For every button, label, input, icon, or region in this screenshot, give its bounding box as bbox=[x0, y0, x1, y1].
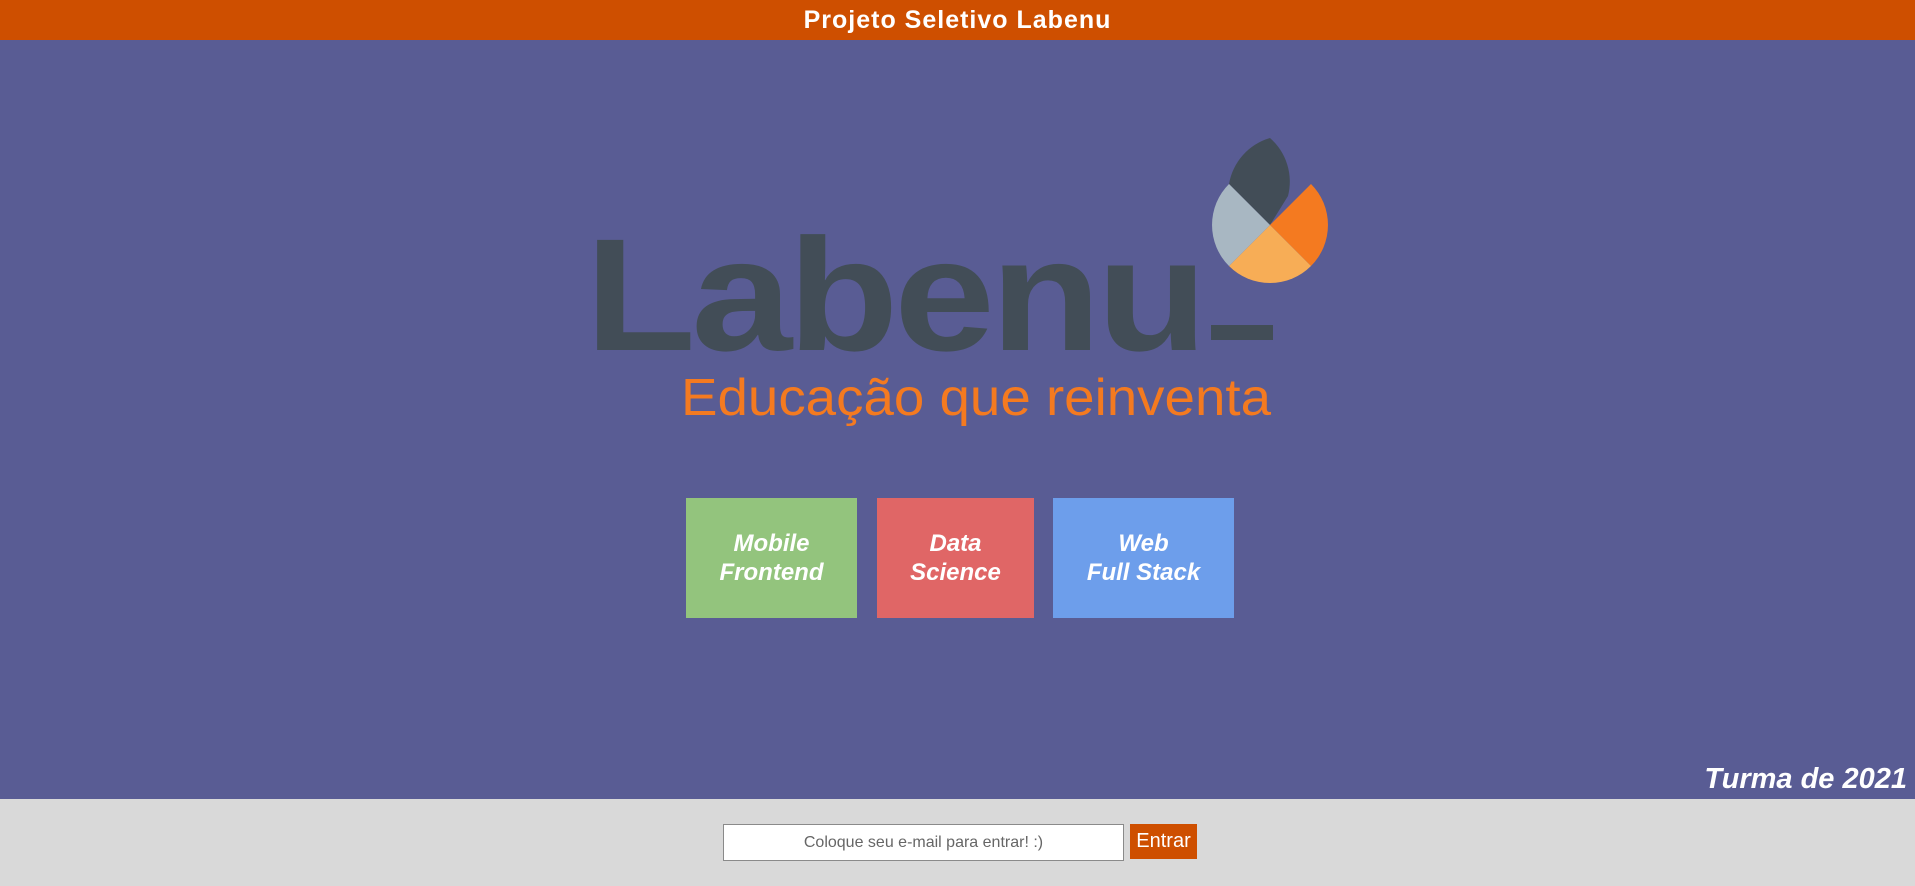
course-tile-mobile-frontend[interactable]: Mobile Frontend bbox=[686, 498, 857, 618]
course-tile-data-science[interactable]: Data Science bbox=[877, 498, 1034, 618]
course-tile-line2: Frontend bbox=[719, 559, 824, 586]
course-tile-web-full-stack[interactable]: Web Full Stack bbox=[1053, 498, 1234, 618]
course-tile-line2: Full Stack bbox=[1086, 559, 1201, 586]
course-tile-line2: Science bbox=[910, 559, 1001, 586]
top-bar: Projeto Seletivo Labenu bbox=[0, 0, 1915, 40]
course-tile-line1: Data bbox=[929, 530, 982, 557]
logo-underscore bbox=[1211, 325, 1273, 340]
logo-tagline: Educação que reinventa bbox=[681, 369, 1271, 427]
page-title: Projeto Seletivo Labenu bbox=[803, 5, 1112, 34]
email-input[interactable] bbox=[723, 824, 1124, 861]
labenu-logo: Labenu Educação que reinventa bbox=[585, 130, 1335, 430]
labenu-logo-graphic: Labenu Educação que reinventa bbox=[585, 138, 1328, 427]
turma-label: Turma de 2021 bbox=[1704, 763, 1907, 795]
logo-flower-icon bbox=[1212, 138, 1328, 283]
course-tile-line1: Web bbox=[1118, 530, 1169, 557]
enter-button[interactable]: Entrar bbox=[1130, 824, 1197, 859]
logo-wordmark: Labenu bbox=[585, 205, 1203, 384]
course-tile-line1: Mobile bbox=[733, 530, 810, 557]
landing-page: Projeto Seletivo Labenu Labenu Educação … bbox=[0, 0, 1915, 886]
